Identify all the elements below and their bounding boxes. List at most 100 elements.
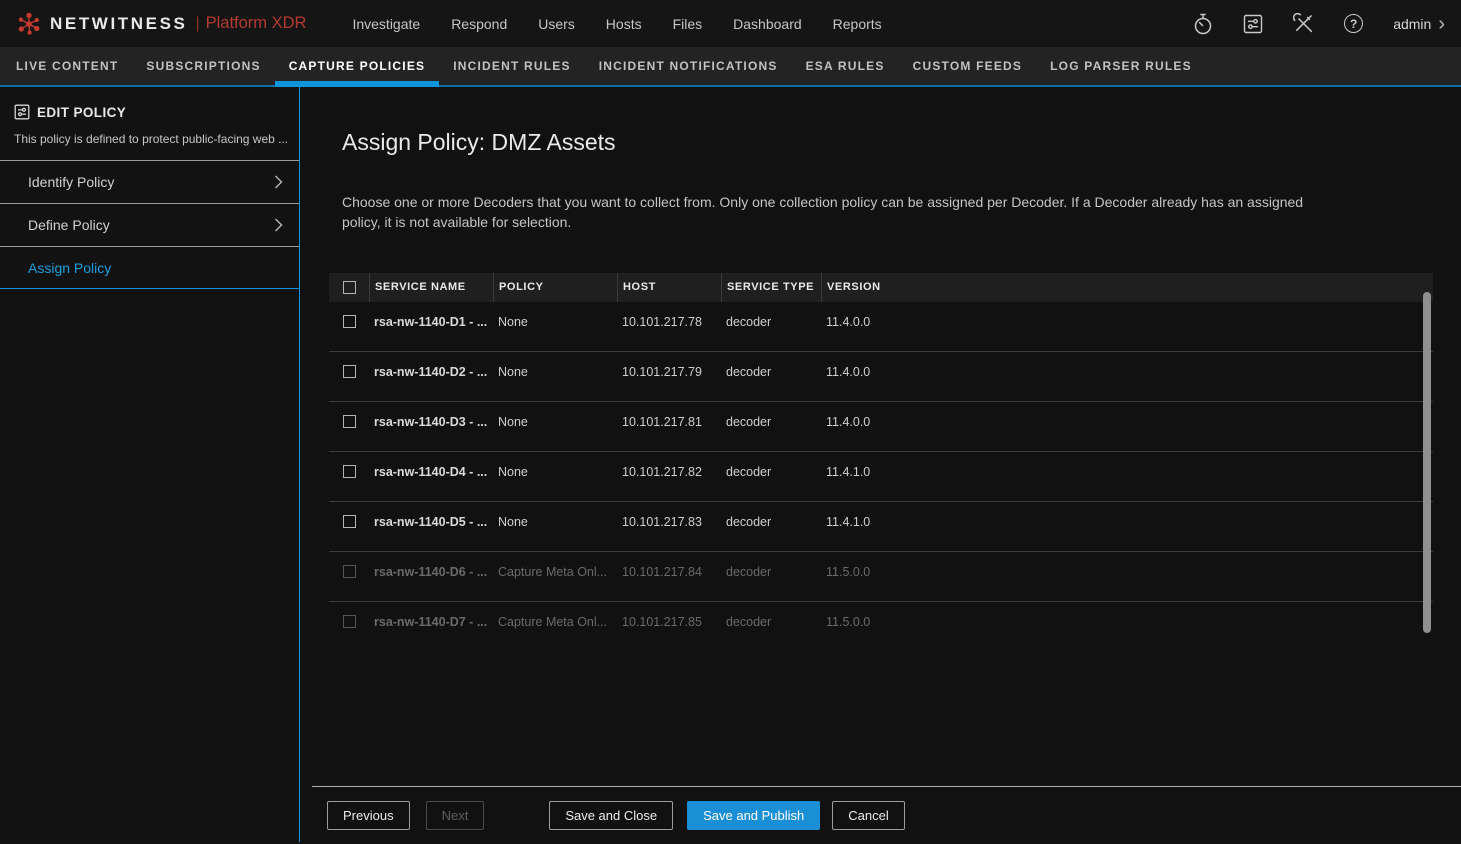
sidebar-item-label: Define Policy xyxy=(28,217,110,233)
nav-item-files[interactable]: Files xyxy=(673,16,703,32)
cell-version: 11.5.0.0 xyxy=(821,615,1433,629)
secondary-tab-bar: LIVE CONTENT SUBSCRIPTIONS CAPTURE POLIC… xyxy=(0,47,1461,87)
sidebar-item-assign-policy[interactable]: Assign Policy xyxy=(0,246,299,289)
cell-policy: Capture Meta Onl... xyxy=(493,565,617,579)
brand-name: NETWITNESS xyxy=(50,14,187,34)
tab-esa-rules[interactable]: ESA RULES xyxy=(792,47,899,85)
tab-capture-policies[interactable]: CAPTURE POLICIES xyxy=(275,47,440,85)
top-nav: NETWITNESS | Platform XDR Investigate Re… xyxy=(0,0,1461,47)
save-and-publish-button[interactable]: Save and Publish xyxy=(687,801,820,830)
edit-policy-sidebar: EDIT POLICY This policy is defined to pr… xyxy=(0,87,300,842)
chevron-right-icon xyxy=(274,218,283,232)
table-scrollbar[interactable] xyxy=(1423,292,1431,633)
edit-policy-icon xyxy=(14,104,30,120)
chevron-right-icon xyxy=(274,175,283,189)
cell-service-type: decoder xyxy=(721,565,821,579)
user-name: admin xyxy=(1393,16,1431,32)
tab-incident-notifications[interactable]: INCIDENT NOTIFICATIONS xyxy=(585,47,792,85)
cell-policy: None xyxy=(493,415,617,429)
brand-product: Platform XDR xyxy=(206,14,307,33)
nav-item-users[interactable]: Users xyxy=(538,16,575,32)
cell-host: 10.101.217.85 xyxy=(617,615,721,629)
cell-policy: None xyxy=(493,465,617,479)
cell-service-name: rsa-nw-1140-D3 - ... xyxy=(369,415,493,429)
cell-service-type: decoder xyxy=(721,415,821,429)
sidebar-header: EDIT POLICY xyxy=(0,87,299,120)
nav-item-respond[interactable]: Respond xyxy=(451,16,507,32)
cell-host: 10.101.217.78 xyxy=(617,315,721,329)
sidebar-item-label: Identify Policy xyxy=(28,174,114,190)
tab-live-content[interactable]: LIVE CONTENT xyxy=(2,47,132,85)
nav-item-hosts[interactable]: Hosts xyxy=(606,16,642,32)
col-host: HOST xyxy=(617,273,721,302)
cell-service-type: decoder xyxy=(721,515,821,529)
cancel-button[interactable]: Cancel xyxy=(832,801,904,830)
tab-subscriptions[interactable]: SUBSCRIPTIONS xyxy=(132,47,274,85)
row-checkbox[interactable] xyxy=(343,465,356,478)
content-area: EDIT POLICY This policy is defined to pr… xyxy=(0,87,1461,842)
preferences-icon[interactable] xyxy=(1243,14,1263,34)
cell-service-name: rsa-nw-1140-D2 - ... xyxy=(369,365,493,379)
row-checkbox[interactable] xyxy=(343,315,356,328)
row-checkbox[interactable] xyxy=(343,515,356,528)
brand-separator: | xyxy=(195,15,199,33)
cell-version: 11.4.0.0 xyxy=(821,415,1433,429)
row-checkbox xyxy=(343,615,356,628)
cell-policy: None xyxy=(493,365,617,379)
cell-host: 10.101.217.79 xyxy=(617,365,721,379)
next-button: Next xyxy=(426,801,485,830)
footer-actions: Previous Next Save and Close Save and Pu… xyxy=(327,801,905,830)
cell-version: 11.4.0.0 xyxy=(821,315,1433,329)
user-menu[interactable]: admin › xyxy=(1393,16,1445,32)
tab-incident-rules[interactable]: INCIDENT RULES xyxy=(439,47,584,85)
cell-version: 11.4.0.0 xyxy=(821,365,1433,379)
row-checkbox xyxy=(343,565,356,578)
tab-custom-feeds[interactable]: CUSTOM FEEDS xyxy=(899,47,1037,85)
cell-policy: None xyxy=(493,515,617,529)
sidebar-item-define-policy[interactable]: Define Policy xyxy=(0,203,299,246)
brand[interactable]: NETWITNESS | Platform XDR xyxy=(16,11,306,37)
cell-service-type: decoder xyxy=(721,615,821,629)
cell-host: 10.101.217.84 xyxy=(617,565,721,579)
sidebar-item-identify-policy[interactable]: Identify Policy xyxy=(0,160,299,203)
cell-version: 11.4.1.0 xyxy=(821,515,1433,529)
cell-host: 10.101.217.83 xyxy=(617,515,721,529)
chevron-right-icon: › xyxy=(1438,17,1445,31)
page-title: Assign Policy: DMZ Assets xyxy=(342,129,1461,156)
sidebar-item-label: Assign Policy xyxy=(28,260,111,276)
footer-divider xyxy=(312,786,1461,787)
cell-service-name: rsa-nw-1140-D6 - ... xyxy=(369,565,493,579)
cell-version: 11.5.0.0 xyxy=(821,565,1433,579)
cell-service-name: rsa-nw-1140-D5 - ... xyxy=(369,515,493,529)
select-all-cell xyxy=(329,273,369,302)
tab-log-parser-rules[interactable]: LOG PARSER RULES xyxy=(1036,47,1206,85)
row-checkbox[interactable] xyxy=(343,365,356,378)
decoder-table: SERVICE NAME POLICY HOST SERVICE TYPE VE… xyxy=(329,273,1433,652)
nav-item-reports[interactable]: Reports xyxy=(833,16,882,32)
nav-item-dashboard[interactable]: Dashboard xyxy=(733,16,802,32)
col-version: VERSION xyxy=(821,273,1433,302)
netwitness-molecule-icon xyxy=(16,11,42,37)
table-row[interactable]: rsa-nw-1140-D5 - ... None 10.101.217.83 … xyxy=(329,502,1433,552)
cell-service-name: rsa-nw-1140-D1 - ... xyxy=(369,315,493,329)
col-service-type: SERVICE TYPE xyxy=(721,273,821,302)
nav-item-investigate[interactable]: Investigate xyxy=(352,16,420,32)
select-all-checkbox[interactable] xyxy=(343,281,356,294)
help-icon[interactable]: ? xyxy=(1344,14,1363,33)
cell-service-type: decoder xyxy=(721,465,821,479)
table-row[interactable]: rsa-nw-1140-D1 - ... None 10.101.217.78 … xyxy=(329,302,1433,352)
save-and-close-button[interactable]: Save and Close xyxy=(549,801,673,830)
table-row[interactable]: rsa-nw-1140-D2 - ... None 10.101.217.79 … xyxy=(329,352,1433,402)
top-nav-right: ? admin › xyxy=(1193,13,1445,35)
table-row-disabled: rsa-nw-1140-D7 - ... Capture Meta Onl...… xyxy=(329,602,1433,652)
tools-icon[interactable] xyxy=(1293,13,1314,34)
timer-icon[interactable] xyxy=(1193,13,1213,35)
cell-version: 11.4.1.0 xyxy=(821,465,1433,479)
cell-service-name: rsa-nw-1140-D7 - ... xyxy=(369,615,493,629)
table-row[interactable]: rsa-nw-1140-D3 - ... None 10.101.217.81 … xyxy=(329,402,1433,452)
previous-button[interactable]: Previous xyxy=(327,801,410,830)
cell-service-type: decoder xyxy=(721,365,821,379)
row-checkbox[interactable] xyxy=(343,415,356,428)
table-row[interactable]: rsa-nw-1140-D4 - ... None 10.101.217.82 … xyxy=(329,452,1433,502)
cell-policy: None xyxy=(493,315,617,329)
